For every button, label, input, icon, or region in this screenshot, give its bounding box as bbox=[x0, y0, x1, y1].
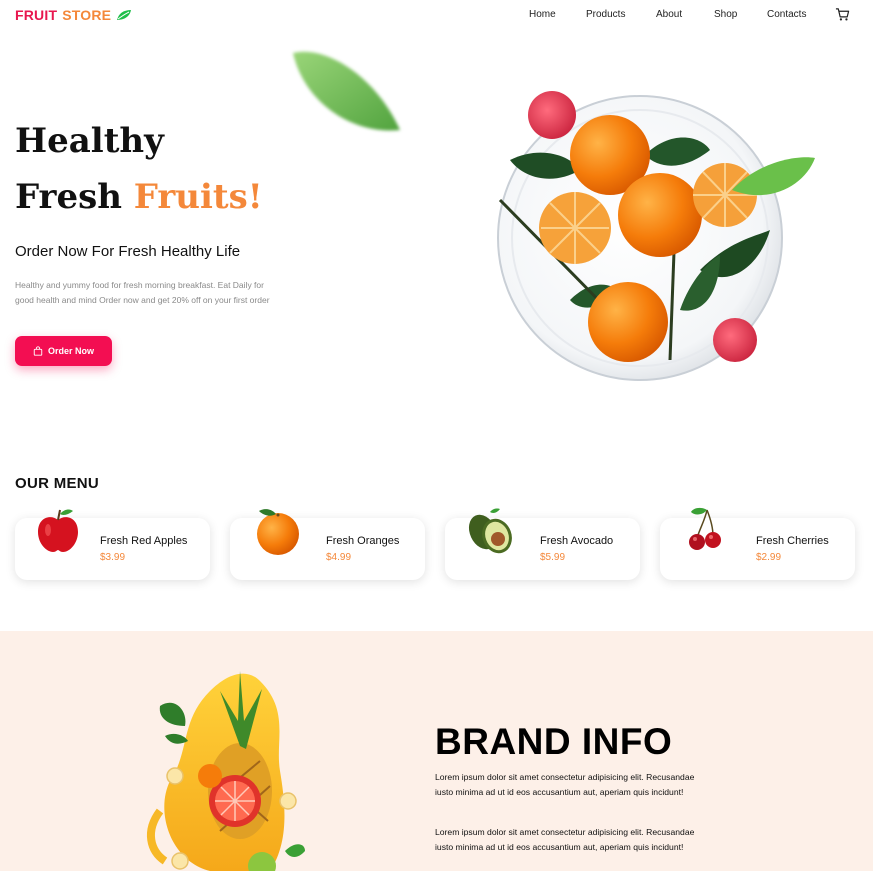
nav-about[interactable]: About bbox=[656, 9, 682, 20]
cherries-icon bbox=[689, 507, 721, 550]
nav-contacts[interactable]: Contacts bbox=[767, 9, 806, 20]
menu-item-name: Fresh Cherries bbox=[756, 535, 829, 547]
hero-subtitle: Order Now For Fresh Healthy Life bbox=[15, 243, 241, 260]
floating-leaf-image bbox=[293, 51, 400, 131]
brand-info-section: BRAND INFO Lorem ipsum dolor sit amet co… bbox=[0, 631, 873, 871]
nav-products[interactable]: Products bbox=[586, 9, 625, 20]
menu-item-price: $3.99 bbox=[100, 552, 126, 563]
menu-card-oranges[interactable]: Fresh Oranges $4.99 bbox=[230, 509, 425, 580]
menu-card-cherries[interactable]: Fresh Cherries $2.99 bbox=[660, 507, 855, 580]
fruit-plate-image bbox=[497, 91, 815, 381]
menu-card-apples[interactable]: Fresh Red Apples $3.99 bbox=[15, 509, 210, 580]
brand-title: BRAND INFO bbox=[435, 721, 673, 762]
brand-paragraph-1: Lorem ipsum dolor sit amet consectetur a… bbox=[435, 772, 695, 797]
brand-paragraph-2: Lorem ipsum dolor sit amet consectetur a… bbox=[435, 827, 695, 852]
menu-item-price: $5.99 bbox=[540, 552, 566, 563]
avocado-icon bbox=[468, 508, 512, 554]
menu-card-avocado[interactable]: Fresh Avocado $5.99 bbox=[445, 508, 640, 580]
order-now-button[interactable]: Order Now bbox=[15, 336, 112, 366]
navbar: FRUIT STORE Home Products About Shop Con… bbox=[0, 0, 873, 30]
menu-item-name: Fresh Avocado bbox=[540, 535, 614, 547]
hero-title-plain: Fresh bbox=[15, 177, 122, 217]
hero-title-line2: Fresh Fruits! bbox=[15, 177, 263, 217]
orange-icon bbox=[257, 509, 299, 555]
nav-home[interactable]: Home bbox=[529, 9, 556, 20]
hero-title-accent: Fruits! bbox=[133, 177, 263, 217]
nav-links: Home Products About Shop Contacts bbox=[0, 9, 873, 23]
hero-title-line1: Healthy bbox=[15, 121, 164, 161]
menu-title: OUR MENU bbox=[15, 475, 100, 492]
shopping-bag-icon bbox=[33, 346, 43, 356]
fruit-splash-image bbox=[147, 671, 305, 871]
menu-item-price: $2.99 bbox=[756, 552, 782, 563]
cart-icon[interactable] bbox=[835, 7, 850, 22]
nav-shop[interactable]: Shop bbox=[714, 9, 737, 20]
hero-description: Healthy and yummy food for fresh morning… bbox=[15, 280, 270, 305]
menu-item-name: Fresh Oranges bbox=[326, 535, 400, 547]
apple-icon bbox=[38, 509, 78, 552]
menu-item-name: Fresh Red Apples bbox=[100, 535, 188, 547]
order-now-label: Order Now bbox=[47, 346, 94, 356]
menu-item-price: $4.99 bbox=[326, 552, 352, 563]
